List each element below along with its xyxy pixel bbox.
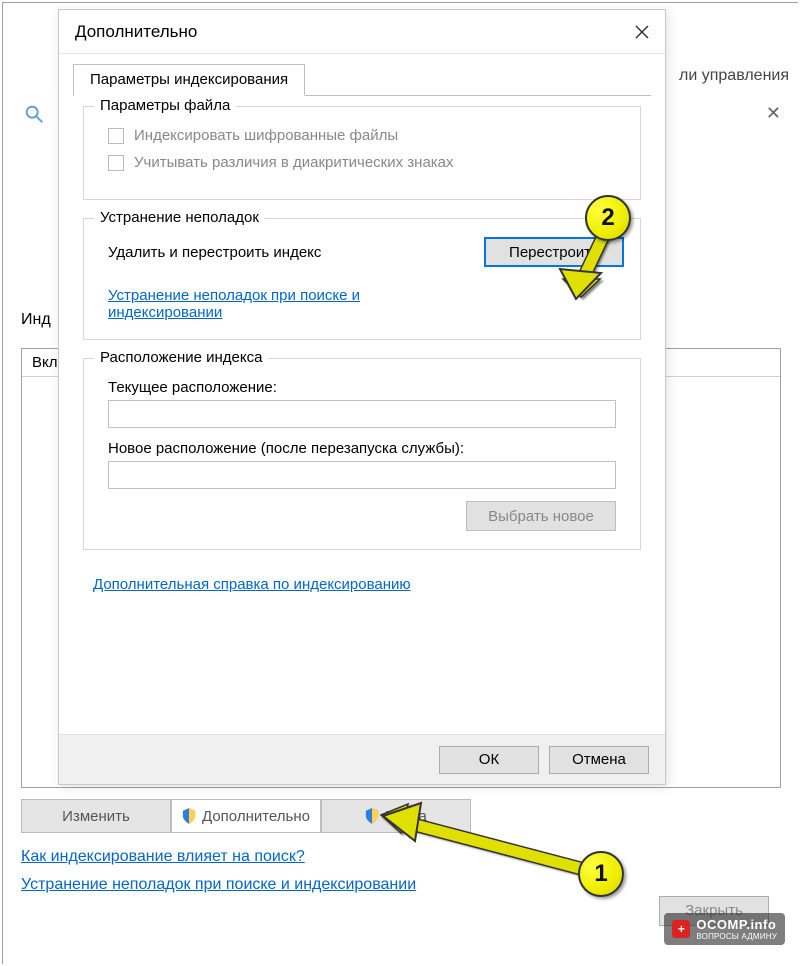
- checkbox-icon[interactable]: [108, 155, 124, 171]
- close-icon: [635, 25, 649, 39]
- cancel-button[interactable]: Отмена: [549, 746, 649, 774]
- shield-icon: [182, 808, 196, 824]
- group-troubleshoot-legend: Устранение неполадок: [94, 209, 265, 226]
- watermark-subtext: ВОПРОСЫ АДМИНУ: [696, 932, 777, 941]
- checkbox-icon[interactable]: [108, 128, 124, 144]
- bg-close-icon[interactable]: ✕: [766, 103, 781, 124]
- bg-advanced-button[interactable]: Дополнительно: [171, 799, 321, 833]
- rebuild-button[interactable]: Перестроить: [484, 237, 624, 267]
- dialog-close-button[interactable]: [619, 10, 665, 54]
- group-location-legend: Расположение индекса: [94, 349, 268, 366]
- choose-new-button[interactable]: Выбрать новое: [466, 501, 616, 531]
- group-file-legend: Параметры файла: [94, 97, 236, 114]
- current-location-field[interactable]: [108, 400, 616, 428]
- checkbox-encrypted-label: Индексировать шифрованные файлы: [134, 127, 398, 144]
- help-link[interactable]: Дополнительная справка по индексированию: [93, 576, 411, 593]
- dialog-body: Параметры индексирования Параметры файла…: [59, 54, 665, 603]
- bg-link-how-affects[interactable]: Как индексирование влияет на поиск?: [21, 848, 416, 866]
- shield-icon: [365, 808, 379, 824]
- advanced-options-dialog: Дополнительно Параметры индексирования П…: [58, 9, 666, 785]
- bg-link-troubleshoot[interactable]: Устранение неполадок при поиске и индекс…: [21, 876, 416, 894]
- bg-links: Как индексирование влияет на поиск? Устр…: [21, 848, 416, 904]
- tab-strip: Параметры индексирования: [73, 64, 651, 96]
- dialog-title: Дополнительно: [75, 22, 197, 42]
- bg-advanced-label: Дополнительно: [202, 808, 310, 825]
- ok-button[interactable]: ОК: [439, 746, 539, 774]
- bg-change-label: Изменить: [62, 808, 130, 825]
- checkbox-encrypted-row[interactable]: Индексировать шифрованные файлы: [108, 127, 626, 144]
- bg-buttons-row: Изменить Дополнительно Пауза: [21, 799, 581, 833]
- group-index-location: Расположение индекса Текущее расположени…: [83, 358, 641, 550]
- bg-pause-label: Пауза: [385, 808, 427, 825]
- new-location-label: Новое расположение (после перезапуска сл…: [108, 440, 626, 457]
- watermark-text: OCOMP.info: [696, 917, 776, 932]
- checkbox-diacritics-label: Учитывать различия в диакритических знак…: [134, 154, 454, 171]
- bg-pause-button[interactable]: Пауза: [321, 799, 471, 833]
- watermark: + OCOMP.info ВОПРОСЫ АДМИНУ: [664, 913, 785, 945]
- bg-change-button[interactable]: Изменить: [21, 799, 171, 833]
- tab-indexing-params[interactable]: Параметры индексирования: [73, 64, 305, 96]
- bg-control-panel-text: ли управления: [679, 67, 789, 85]
- bg-window-icon: [23, 103, 45, 125]
- watermark-icon: +: [672, 920, 690, 938]
- checkbox-diacritics-row[interactable]: Учитывать различия в диакритических знак…: [108, 154, 626, 171]
- group-file-params: Параметры файла Индексировать шифрованны…: [83, 106, 641, 200]
- bg-label-ind: Инд: [21, 311, 51, 329]
- group-troubleshoot: Устранение неполадок Удалить и перестрои…: [83, 218, 641, 340]
- dialog-titlebar: Дополнительно: [59, 10, 665, 54]
- troubleshoot-link[interactable]: Устранение неполадок при поиске и индекс…: [108, 287, 360, 321]
- dialog-footer: ОК Отмена: [59, 734, 665, 784]
- delete-rebuild-label: Удалить и перестроить индекс: [108, 244, 321, 261]
- current-location-label: Текущее расположение:: [108, 379, 626, 396]
- new-location-field[interactable]: [108, 461, 616, 489]
